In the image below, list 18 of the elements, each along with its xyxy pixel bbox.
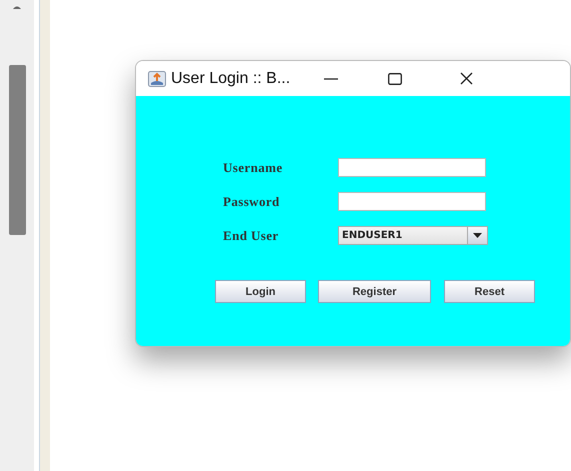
- form-button[interactable]: Login: [215, 280, 306, 303]
- form-button[interactable]: Register: [318, 280, 431, 303]
- app-icon: [148, 70, 166, 86]
- field-label: End User: [223, 228, 280, 244]
- username-field[interactable]: [338, 158, 486, 177]
- end-user-dropdown[interactable]: ENDUSER1: [338, 226, 488, 245]
- scrollbar-thumb[interactable]: [8, 65, 26, 235]
- field-label: Password: [223, 194, 281, 210]
- minimize-icon[interactable]: [324, 78, 338, 80]
- caret-icon: [473, 233, 482, 238]
- maximize-icon[interactable]: [388, 72, 402, 84]
- close-icon[interactable]: [460, 72, 474, 85]
- field-label: Username: [223, 160, 284, 176]
- scrollbar[interactable]: [0, 0, 34, 471]
- form-button[interactable]: Reset: [444, 280, 535, 303]
- window-title: User Login :: B...: [171, 70, 290, 88]
- password-field[interactable]: [338, 192, 486, 211]
- scroll-up-icon[interactable]: [12, 4, 22, 9]
